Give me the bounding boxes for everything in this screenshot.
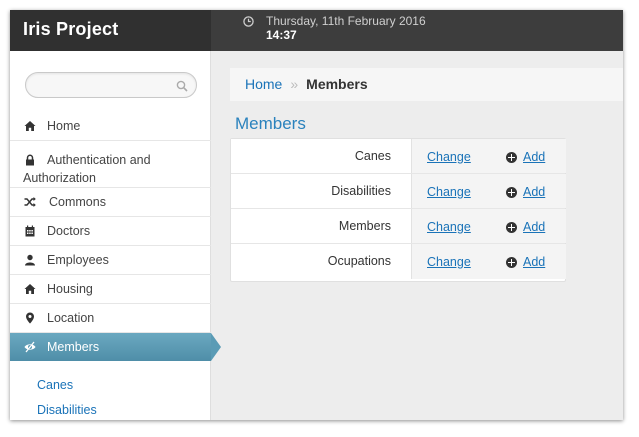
add-link[interactable]: Add: [506, 150, 545, 164]
sidebar: Home Authentication and Authorization Co…: [10, 51, 221, 420]
table-row: Canes Change Add: [231, 139, 566, 174]
model-name: Canes: [231, 139, 411, 173]
add-link[interactable]: Add: [506, 185, 545, 199]
model-actions: Change Add: [411, 244, 566, 279]
search-input[interactable]: [36, 77, 176, 93]
model-actions: Change Add: [411, 209, 566, 243]
sidebar-item-housing[interactable]: Housing: [10, 275, 211, 304]
sidebar-item-employees[interactable]: Employees: [10, 246, 211, 275]
model-name: Members: [231, 209, 411, 243]
change-link[interactable]: Change: [427, 150, 471, 164]
shuffle-icon: [24, 197, 36, 207]
sidebar-item-doctors[interactable]: Doctors: [10, 217, 211, 246]
map-marker-icon: [26, 312, 34, 324]
sidebar-item-label: Location: [47, 311, 95, 325]
model-name: Disabilities: [231, 174, 411, 208]
plus-circle-icon: [506, 186, 517, 198]
brand-title[interactable]: Iris Project: [10, 10, 211, 51]
change-link[interactable]: Change: [427, 255, 471, 269]
add-label: Add: [523, 185, 546, 199]
plus-circle-icon: [506, 256, 517, 268]
home-icon: [24, 284, 36, 294]
sidebar-item-members[interactable]: Members: [10, 333, 221, 361]
add-link[interactable]: Add: [506, 220, 545, 234]
home-icon: [24, 121, 36, 131]
model-name: Ocupations: [231, 244, 411, 279]
sidebar-item-label: Housing: [47, 282, 93, 296]
app-window: Iris Project Thursday, 11th February 201…: [10, 10, 623, 420]
breadcrumb-separator: »: [290, 76, 299, 92]
add-link[interactable]: Add: [506, 255, 545, 269]
clock-icon: [243, 16, 254, 27]
sidebar-item-label: Authentication and Authorization: [23, 153, 151, 185]
user-icon: [25, 254, 35, 266]
subnav-item-canes[interactable]: Canes: [10, 373, 211, 398]
search-box: [25, 72, 197, 98]
sidebar-item-authentication[interactable]: Authentication and Authorization: [10, 141, 211, 188]
sidebar-nav: Home Authentication and Authorization Co…: [10, 112, 221, 361]
table-row: Members Change Add: [231, 209, 566, 244]
add-label: Add: [523, 220, 546, 234]
models-table: Canes Change Add Disabilities Change Add…: [230, 138, 566, 282]
sidebar-item-home[interactable]: Home: [10, 112, 211, 141]
header-time: 14:37: [266, 28, 297, 42]
breadcrumb-home-link[interactable]: Home: [245, 76, 282, 92]
header-date: Thursday, 11th February 2016: [266, 14, 426, 28]
table-row: Ocupations Change Add: [231, 244, 566, 279]
sidebar-item-location[interactable]: Location: [10, 304, 211, 333]
search-icon[interactable]: [176, 80, 188, 92]
page-title: Members: [235, 114, 306, 133]
plus-circle-icon: [506, 221, 517, 233]
sidebar-item-commons[interactable]: Commons: [10, 188, 211, 217]
breadcrumb: Home » Members: [230, 68, 623, 101]
subnav-item-disabilities[interactable]: Disabilities: [10, 398, 211, 420]
add-label: Add: [523, 150, 546, 164]
model-actions: Change Add: [411, 174, 566, 208]
calendar-icon: [25, 225, 35, 237]
table-row: Disabilities Change Add: [231, 174, 566, 209]
sidebar-item-label: Doctors: [47, 224, 91, 238]
sidebar-item-label: Home: [47, 119, 81, 133]
change-link[interactable]: Change: [427, 185, 471, 199]
eye-slash-icon: [24, 341, 36, 353]
sidebar-subnav: Canes Disabilities: [10, 373, 211, 420]
add-label: Add: [523, 255, 546, 269]
top-header: Iris Project Thursday, 11th February 201…: [10, 10, 623, 51]
lock-icon: [26, 154, 34, 166]
model-actions: Change Add: [411, 139, 566, 173]
breadcrumb-current: Members: [306, 76, 368, 92]
change-link[interactable]: Change: [427, 220, 471, 234]
plus-circle-icon: [506, 151, 517, 163]
